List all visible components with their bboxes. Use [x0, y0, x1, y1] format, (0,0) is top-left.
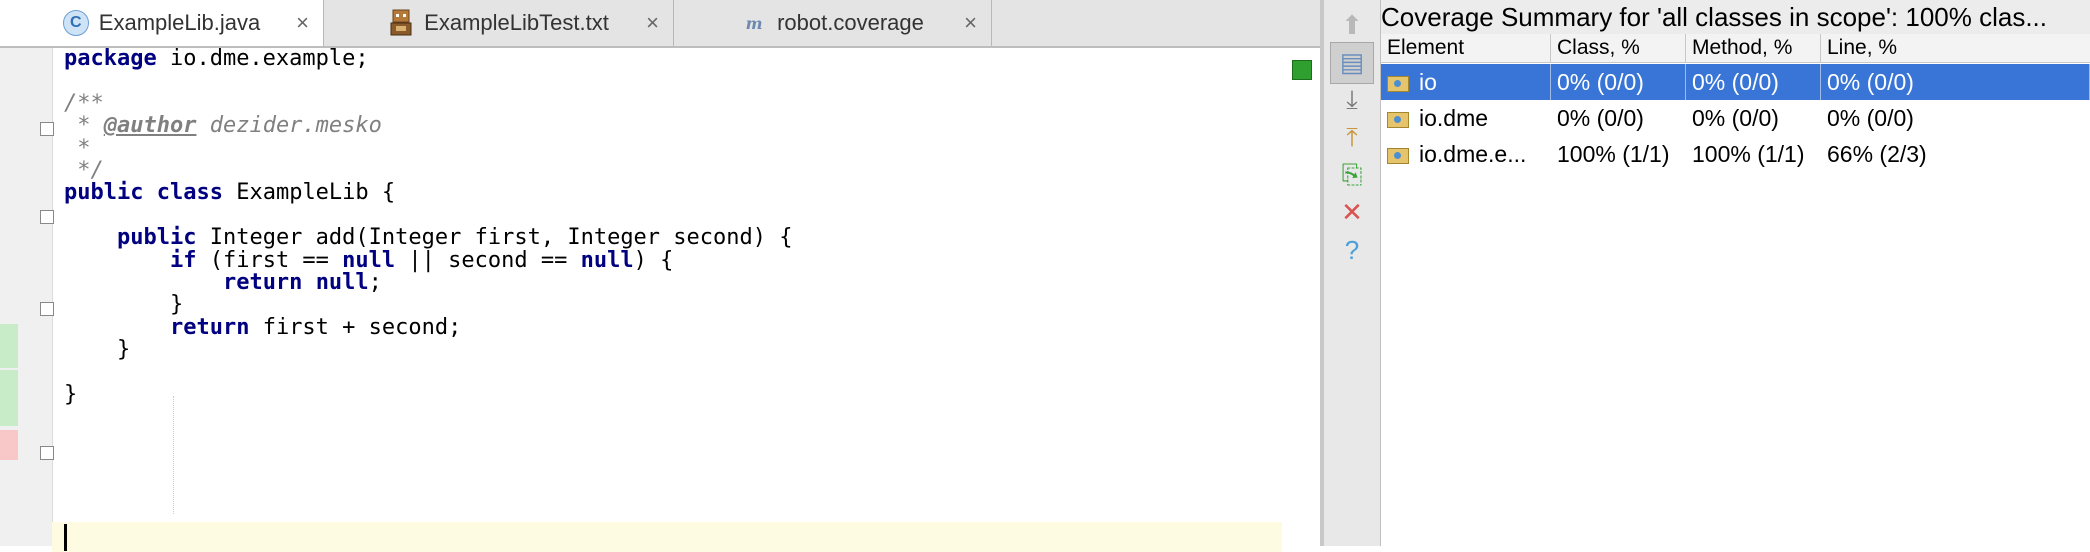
code-keyword: return [222, 270, 303, 295]
tab-robot-coverage[interactable]: m robot.coverage × [674, 0, 992, 46]
code-line[interactable]: } [64, 380, 77, 410]
tab-examplelib-java[interactable]: C ExampleLib.java × [0, 0, 324, 46]
m-letter-icon: m [745, 13, 763, 33]
coverage-cell-element: io [1381, 64, 1551, 100]
code-line[interactable]: package io.dme.example; [64, 44, 369, 74]
cell-text: io.dme [1419, 105, 1489, 131]
cell-text: 0% (0/0) [1692, 105, 1779, 131]
coverage-cell-method: 0% (0/0) [1686, 100, 1821, 136]
cell-text: 0% (0/0) [1557, 69, 1644, 95]
tab-bar-empty [992, 0, 1320, 46]
close-tab-icon[interactable]: × [296, 10, 309, 36]
coverage-row[interactable]: io 0% (0/0) 0% (0/0) 0% (0/0) [1381, 64, 2090, 100]
column-header-class[interactable]: Class, % [1551, 34, 1686, 62]
cell-text: 66% (2/3) [1827, 141, 1927, 167]
cell-text: 0% (0/0) [1692, 69, 1779, 95]
code-text: } [64, 382, 78, 407]
code-line[interactable]: } [64, 335, 130, 365]
tab-label: robot.coverage [777, 10, 924, 35]
code-doc-tag: @author [103, 113, 197, 139]
coverage-cell-class: 0% (0/0) [1551, 64, 1686, 100]
autoscroll-from-source-icon[interactable]: ⤒ [1330, 117, 1374, 159]
robot-icon [388, 9, 414, 36]
close-icon[interactable]: ✕ [1330, 192, 1374, 234]
code-keyword: return [169, 314, 250, 340]
cell-text: io.dme.e... [1419, 141, 1527, 167]
coverage-title: Coverage Summary for 'all classes in sco… [1381, 0, 2090, 34]
inspection-ok-icon[interactable] [1292, 60, 1312, 80]
current-line-highlight [52, 522, 1282, 552]
coverage-cell-method: 0% (0/0) [1686, 64, 1821, 100]
coverage-toolbar: ⬆ ▤ ⤓ ⤒ ⎘ ✕? [1324, 0, 1381, 546]
help-icon[interactable]: ? [1330, 229, 1374, 271]
coverage-cell-line: 0% (0/0) [1821, 64, 2090, 100]
close-tab-icon[interactable]: × [964, 10, 977, 36]
code-area[interactable]: package io.dme.example;/** * @author dez… [52, 46, 1282, 552]
code-keyword: public [64, 180, 144, 206]
cell-text: 0% (0/0) [1557, 105, 1644, 131]
editor-pane: C ExampleLib.java × ExampleLibTest.txt ×… [0, 0, 1320, 552]
coverage-cell-class: 100% (1/1) [1551, 136, 1686, 172]
code-keyword: class [156, 180, 223, 206]
code-text: || second == [395, 247, 581, 273]
package-icon [1387, 147, 1409, 164]
cell-text: 0% (0/0) [1827, 69, 1914, 95]
code-line[interactable]: * @author dezider.mesko [64, 111, 382, 141]
coverage-cell-method: 100% (1/1) [1686, 136, 1821, 172]
code-text: ExampleLib { [222, 180, 396, 206]
code-line[interactable]: public class ExampleLib { [64, 178, 395, 208]
column-header-element[interactable]: Element [1381, 34, 1551, 62]
code-keyword: package [64, 46, 157, 71]
close-tab-icon[interactable]: × [646, 10, 659, 36]
cell-text: 100% (1/1) [1557, 141, 1670, 167]
code-keyword: null [315, 270, 369, 295]
cell-text: 100% (1/1) [1692, 141, 1805, 167]
coverage-cell-element: io.dme [1381, 100, 1551, 136]
uncovered-line-marker [0, 430, 18, 460]
code-text: ) { [633, 247, 674, 273]
cell-text: 0% (0/0) [1827, 105, 1914, 131]
editor-tab-bar: C ExampleLib.java × ExampleLibTest.txt ×… [0, 0, 1320, 48]
code-text: io.dme.example; [156, 46, 369, 71]
covered-line-marker [0, 324, 18, 368]
code-text: } [64, 337, 131, 363]
tab-label: ExampleLib.java [98, 10, 261, 35]
coverage-panel: Coverage Summary for 'all classes in sco… [1381, 0, 2090, 546]
coverage-cell-line: 66% (2/3) [1821, 136, 2090, 172]
coverage-cell-class: 0% (0/0) [1551, 100, 1686, 136]
cell-text: io [1419, 69, 1437, 95]
code-text: first + second; [249, 314, 462, 340]
package-icon [1387, 111, 1409, 128]
covered-line-marker [0, 370, 18, 426]
up-arrow-icon[interactable]: ⬆ [1330, 4, 1374, 46]
column-header-line[interactable]: Line, % [1821, 34, 2090, 62]
tab-examplelibtest-txt[interactable]: ExampleLibTest.txt × [324, 0, 674, 46]
indent-guide [173, 396, 174, 514]
coverage-table-header: Element Class, % Method, % Line, % [1381, 34, 2090, 63]
column-header-method[interactable]: Method, % [1686, 34, 1821, 62]
code-text: ; [368, 270, 382, 295]
export-report-icon[interactable]: ⎘ [1330, 154, 1374, 196]
text-caret [64, 524, 67, 551]
coverage-cell-element: io.dme.e... [1381, 136, 1551, 172]
flatten-packages-icon[interactable]: ▤ [1330, 41, 1374, 84]
code-keyword: null [580, 247, 634, 273]
code-comment: dezider.mesko [196, 113, 382, 139]
tab-label: ExampleLibTest.txt [424, 10, 609, 35]
editor-gutter[interactable] [0, 48, 54, 546]
package-icon [1387, 75, 1409, 92]
class-c-icon: C [62, 10, 89, 36]
autoscroll-to-source-icon[interactable]: ⤓ [1330, 79, 1374, 121]
coverage-cell-line: 0% (0/0) [1821, 100, 2090, 136]
coverage-row[interactable]: io.dme.e... 100% (1/1) 100% (1/1) 66% (2/3) [1381, 136, 2090, 172]
coverage-row[interactable]: io.dme 0% (0/0) 0% (0/0) 0% (0/0) [1381, 100, 2090, 136]
